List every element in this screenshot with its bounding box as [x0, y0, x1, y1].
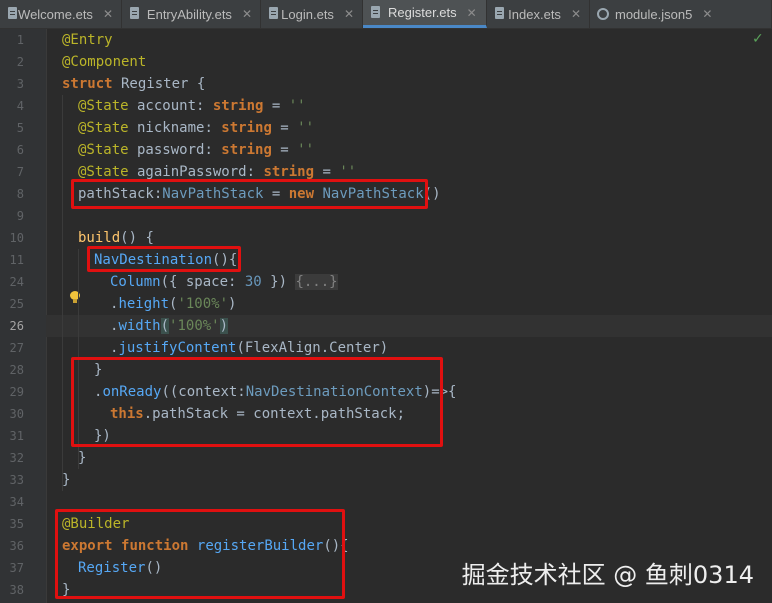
tab-register[interactable]: Register.ets ✕ — [363, 0, 487, 28]
tab-login[interactable]: Login.ets ✕ — [261, 0, 363, 28]
tab-label: Register.ets — [388, 5, 457, 20]
highlight-box-builder — [55, 509, 345, 599]
code-line: .justifyContent(FlexAlign.Center) — [110, 340, 389, 356]
code-line: } — [62, 472, 71, 488]
code-line-current: .width('100%') — [110, 318, 229, 334]
editor-tab-bar: Welcome.ets ✕ EntryAbility.ets ✕ Login.e… — [0, 0, 772, 29]
code-line: @Entry — [62, 32, 113, 48]
line-number: 31 — [9, 429, 24, 443]
line-number: 9 — [16, 209, 24, 223]
line-number: 2 — [16, 55, 24, 69]
highlight-box-pathstack — [71, 179, 428, 209]
tab-label: Index.ets — [508, 6, 561, 22]
code-line: .height('100%') — [110, 296, 237, 312]
line-number: 10 — [9, 231, 24, 245]
close-icon[interactable]: ✕ — [242, 7, 252, 21]
close-icon[interactable]: ✕ — [344, 7, 354, 21]
tab-index[interactable]: Index.ets ✕ — [487, 0, 590, 28]
line-number: 6 — [16, 143, 24, 157]
tab-label: Welcome.ets — [18, 6, 93, 22]
ets-file-icon — [7, 7, 17, 21]
tab-welcome[interactable]: Welcome.ets ✕ — [0, 0, 122, 28]
line-number: 36 — [9, 539, 24, 553]
indent-guide — [62, 95, 63, 491]
line-number: 3 — [16, 77, 24, 91]
code-line: } — [78, 450, 87, 466]
line-number: 27 — [9, 341, 24, 355]
code-line: Column({ space: 30 }) {...} — [110, 274, 338, 290]
folded-region[interactable]: {...} — [295, 274, 338, 290]
line-number: 7 — [16, 165, 24, 179]
line-number: 25 — [9, 297, 24, 311]
line-number: 38 — [9, 583, 24, 597]
highlight-box-navdestination — [87, 246, 241, 272]
tab-label: module.json5 — [615, 6, 693, 22]
watermark: 掘金技术社区 @ 鱼刺0314 — [461, 561, 754, 589]
close-icon[interactable]: ✕ — [103, 7, 113, 21]
code-line: @State password: string = '' — [78, 142, 315, 158]
line-number: 34 — [9, 495, 24, 509]
line-number-gutter: 1 2 3 4 5 6 7 8 9 10 11 24 25 26 27 28 2… — [0, 29, 47, 603]
line-number: 32 — [9, 451, 24, 465]
line-number: 33 — [9, 473, 24, 487]
tab-label: EntryAbility.ets — [146, 6, 232, 22]
line-number: 5 — [16, 121, 24, 135]
ets-file-icon — [370, 5, 382, 20]
ets-file-icon — [494, 7, 504, 21]
json-settings-icon — [597, 8, 609, 20]
line-number: 30 — [9, 407, 24, 421]
code-line: @State account: string = '' — [78, 98, 306, 114]
ets-file-icon — [268, 7, 278, 21]
close-icon[interactable]: ✕ — [571, 7, 581, 21]
code-line: struct Register { — [62, 76, 206, 92]
highlight-box-onready — [71, 357, 443, 447]
tab-label: Login.ets — [281, 6, 334, 22]
line-number: 37 — [9, 561, 24, 575]
check-icon: ✓ — [752, 31, 764, 47]
close-icon[interactable]: ✕ — [467, 6, 477, 20]
line-number: 8 — [16, 187, 24, 201]
line-number: 29 — [9, 385, 24, 399]
line-number: 28 — [9, 363, 24, 377]
line-number: 4 — [16, 99, 24, 113]
line-number: 24 — [9, 275, 24, 289]
tab-module-json5[interactable]: module.json5 ✕ — [590, 0, 772, 28]
line-number: 35 — [9, 517, 24, 531]
code-line: @State nickname: string = '' — [78, 120, 315, 136]
line-number: 1 — [16, 33, 24, 47]
line-number-current: 26 — [9, 319, 24, 333]
line-number: 11 — [9, 253, 24, 267]
ets-file-icon — [129, 7, 141, 21]
tab-entryability[interactable]: EntryAbility.ets ✕ — [122, 0, 261, 28]
close-icon[interactable]: ✕ — [702, 7, 712, 21]
code-line: @Component — [62, 54, 147, 70]
